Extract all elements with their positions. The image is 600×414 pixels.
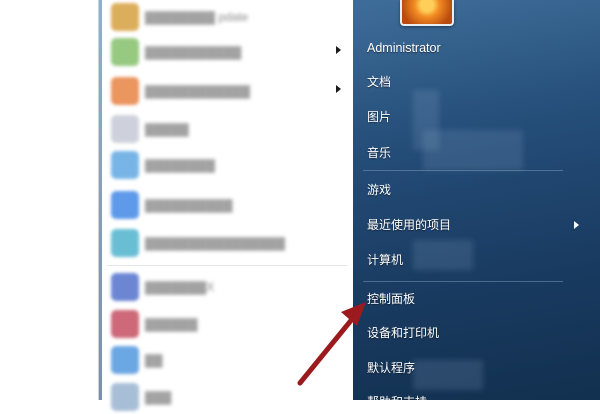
red-arrow-icon (297, 302, 366, 386)
